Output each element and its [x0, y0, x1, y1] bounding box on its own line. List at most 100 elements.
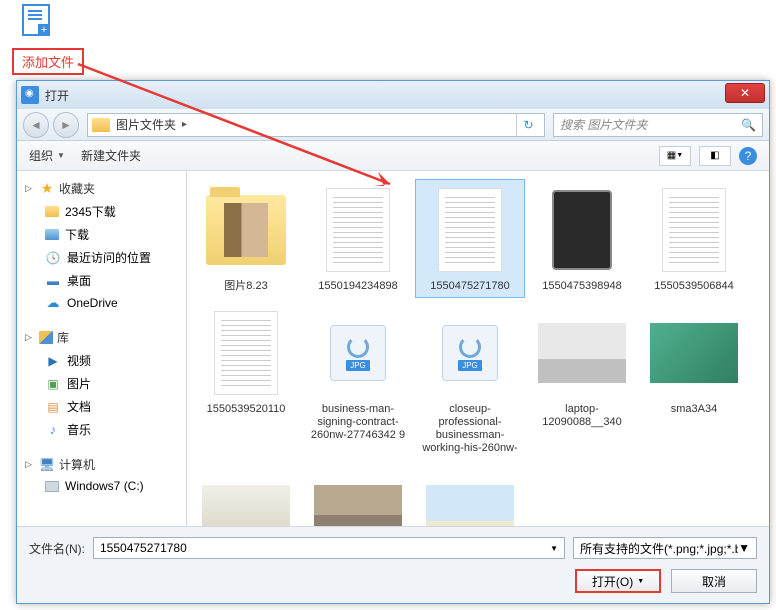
organize-label: 组织 — [29, 147, 53, 164]
file-thumbnail: JPG — [424, 307, 516, 399]
file-item[interactable]: 1550539520110 — [191, 302, 301, 460]
add-file-icon[interactable] — [22, 4, 50, 36]
folder-icon — [45, 229, 59, 240]
sidebar-item-label: 最近访问的位置 — [67, 249, 151, 266]
search-icon: 🔍 — [741, 118, 756, 132]
sidebar-item-label: 桌面 — [67, 272, 91, 289]
sidebar-item-videos[interactable]: ▶视频 — [17, 349, 186, 372]
recent-icon: 🕓 — [45, 250, 61, 266]
file-label: business-man-signing-contract-260nw-2774… — [308, 403, 408, 442]
file-label: sma3A34 — [671, 403, 717, 416]
open-button[interactable]: 打开(O) ▼ — [575, 569, 661, 593]
path-box[interactable]: 图片文件夹 ▸ ↻ — [87, 113, 545, 137]
forward-button[interactable]: ► — [53, 112, 79, 138]
help-button[interactable]: ? — [739, 147, 757, 165]
file-thumbnail — [536, 307, 628, 399]
file-item[interactable]: sma3A34 — [639, 302, 749, 460]
sidebar-item-music[interactable]: ♪ 音乐 — [17, 418, 186, 441]
file-item[interactable]: 1550475398948 — [527, 179, 637, 298]
open-dialog: 打开 ✕ ◄ ► 图片文件夹 ▸ ↻ 搜索 图片文件夹 🔍 组织 ▼ 新建文件夹… — [16, 80, 770, 604]
refresh-button[interactable]: ↻ — [516, 114, 540, 136]
chevron-right-icon: ▸ — [182, 119, 187, 130]
content-area: ▷ ★ 收藏夹 2345下载 下载 🕓 最近访问的位置 ▬ 桌面 ☁OneDrive… — [17, 171, 769, 526]
file-label: 图片8.23 — [224, 280, 267, 293]
filetype-select[interactable]: 所有支持的文件(*.png;*.jpg;*.b ▼ — [573, 537, 757, 559]
sidebar-item-recent[interactable]: 🕓 最近访问的位置 — [17, 246, 186, 269]
app-icon — [21, 86, 39, 104]
file-item[interactable]: JPG business-man-signing-contract-260nw-2… — [303, 302, 413, 460]
picture-icon: ▣ — [45, 376, 61, 392]
file-label: 1550475271780 — [430, 280, 510, 293]
file-item[interactable] — [415, 464, 525, 526]
file-thumbnail — [648, 307, 740, 399]
file-thumbnail — [200, 184, 292, 276]
file-item[interactable] — [191, 464, 301, 526]
preview-pane-button[interactable]: ◧ — [699, 146, 731, 166]
file-label: 1550539506844 — [654, 280, 734, 293]
chevron-down-icon: ▼ — [57, 151, 65, 160]
filename-value: 1550475271780 — [100, 541, 187, 555]
file-label: 1550475398948 — [542, 280, 622, 293]
file-thumbnail — [312, 469, 404, 526]
dialog-title: 打开 — [45, 87, 69, 104]
filetype-value: 所有支持的文件(*.png;*.jpg;*.b — [580, 540, 738, 557]
favorites-label: 收藏夹 — [59, 180, 95, 197]
desktop-icon: ▬ — [45, 273, 61, 289]
sidebar-item-label: 2345下载 — [65, 203, 116, 220]
file-thumbnail — [536, 184, 628, 276]
sidebar-item-label: 下载 — [65, 226, 89, 243]
sidebar-item-downloads[interactable]: 下载 — [17, 223, 186, 246]
file-area[interactable]: 图片8.23 1550194234898 1550475271780 15504753… — [187, 171, 769, 526]
sidebar-favorites[interactable]: ▷ ★ 收藏夹 — [17, 177, 186, 200]
sidebar-item-desktop[interactable]: ▬ 桌面 — [17, 269, 186, 292]
file-item[interactable]: laptop-12090088__340 — [527, 302, 637, 460]
chevron-down-icon: ▼ — [637, 578, 644, 585]
file-item[interactable]: 1550475271780 — [415, 179, 525, 298]
collapse-icon: ▷ — [25, 459, 35, 470]
filename-input[interactable]: 1550475271780 ▼ — [93, 537, 565, 559]
sidebar-computer[interactable]: ▷ 🖥 计算机 — [17, 453, 186, 476]
file-thumbnail — [200, 469, 292, 526]
titlebar: 打开 ✕ — [17, 81, 769, 109]
sidebar: ▷ ★ 收藏夹 2345下载 下载 🕓 最近访问的位置 ▬ 桌面 ☁OneDrive… — [17, 171, 187, 526]
view-mode-button[interactable]: ▦ ▼ — [659, 146, 691, 166]
search-placeholder: 搜索 图片文件夹 — [560, 116, 741, 133]
navbar: ◄ ► 图片文件夹 ▸ ↻ 搜索 图片文件夹 🔍 — [17, 109, 769, 141]
chevron-down-icon: ▼ — [550, 544, 558, 553]
sidebar-item-label: Windows7 (C:) — [65, 479, 144, 493]
file-item[interactable]: JPGcloseup-professional-businessman-work… — [415, 302, 525, 460]
file-label: 1550194234898 — [318, 280, 398, 293]
sidebar-item-label: 图片 — [67, 375, 91, 392]
sidebar-item-c-drive[interactable]: Windows7 (C:) — [17, 476, 186, 496]
video-icon: ▶ — [45, 353, 61, 369]
folder-icon — [45, 206, 59, 217]
file-thumbnail — [648, 184, 740, 276]
file-thumbnail: JPG — [312, 307, 404, 399]
close-button[interactable]: ✕ — [725, 83, 765, 103]
file-label: laptop-12090088__340 — [532, 403, 632, 429]
file-item[interactable] — [303, 464, 413, 526]
sidebar-item-pictures[interactable]: ▣ 图片 — [17, 372, 186, 395]
file-item[interactable]: 1550194234898 — [303, 179, 413, 298]
sidebar-item-label: 文档 — [67, 398, 91, 415]
file-item[interactable]: 1550539506844 — [639, 179, 749, 298]
file-thumbnail — [200, 307, 292, 399]
chevron-down-icon: ▼ — [738, 541, 750, 555]
back-button[interactable]: ◄ — [23, 112, 49, 138]
sidebar-item-onedrive[interactable]: ☁OneDrive — [17, 292, 186, 314]
organize-button[interactable]: 组织 ▼ — [29, 147, 65, 164]
sidebar-item-label: 音乐 — [67, 421, 91, 438]
path-text: 图片文件夹 — [116, 116, 176, 133]
sidebar-item-documents[interactable]: ▤ 文档 — [17, 395, 186, 418]
music-icon: ♪ — [45, 422, 61, 438]
library-icon — [39, 331, 53, 344]
sidebar-libraries[interactable]: ▷ 库 — [17, 326, 186, 349]
file-item[interactable]: 图片8.23 — [191, 179, 301, 298]
computer-icon: 🖥 — [39, 457, 55, 473]
cancel-button[interactable]: 取消 — [671, 569, 757, 593]
sidebar-item-2345[interactable]: 2345下载 — [17, 200, 186, 223]
new-folder-button[interactable]: 新建文件夹 — [81, 147, 141, 164]
document-icon: ▤ — [45, 399, 61, 415]
search-input[interactable]: 搜索 图片文件夹 🔍 — [553, 113, 763, 137]
sidebar-item-label: OneDrive — [67, 296, 118, 310]
